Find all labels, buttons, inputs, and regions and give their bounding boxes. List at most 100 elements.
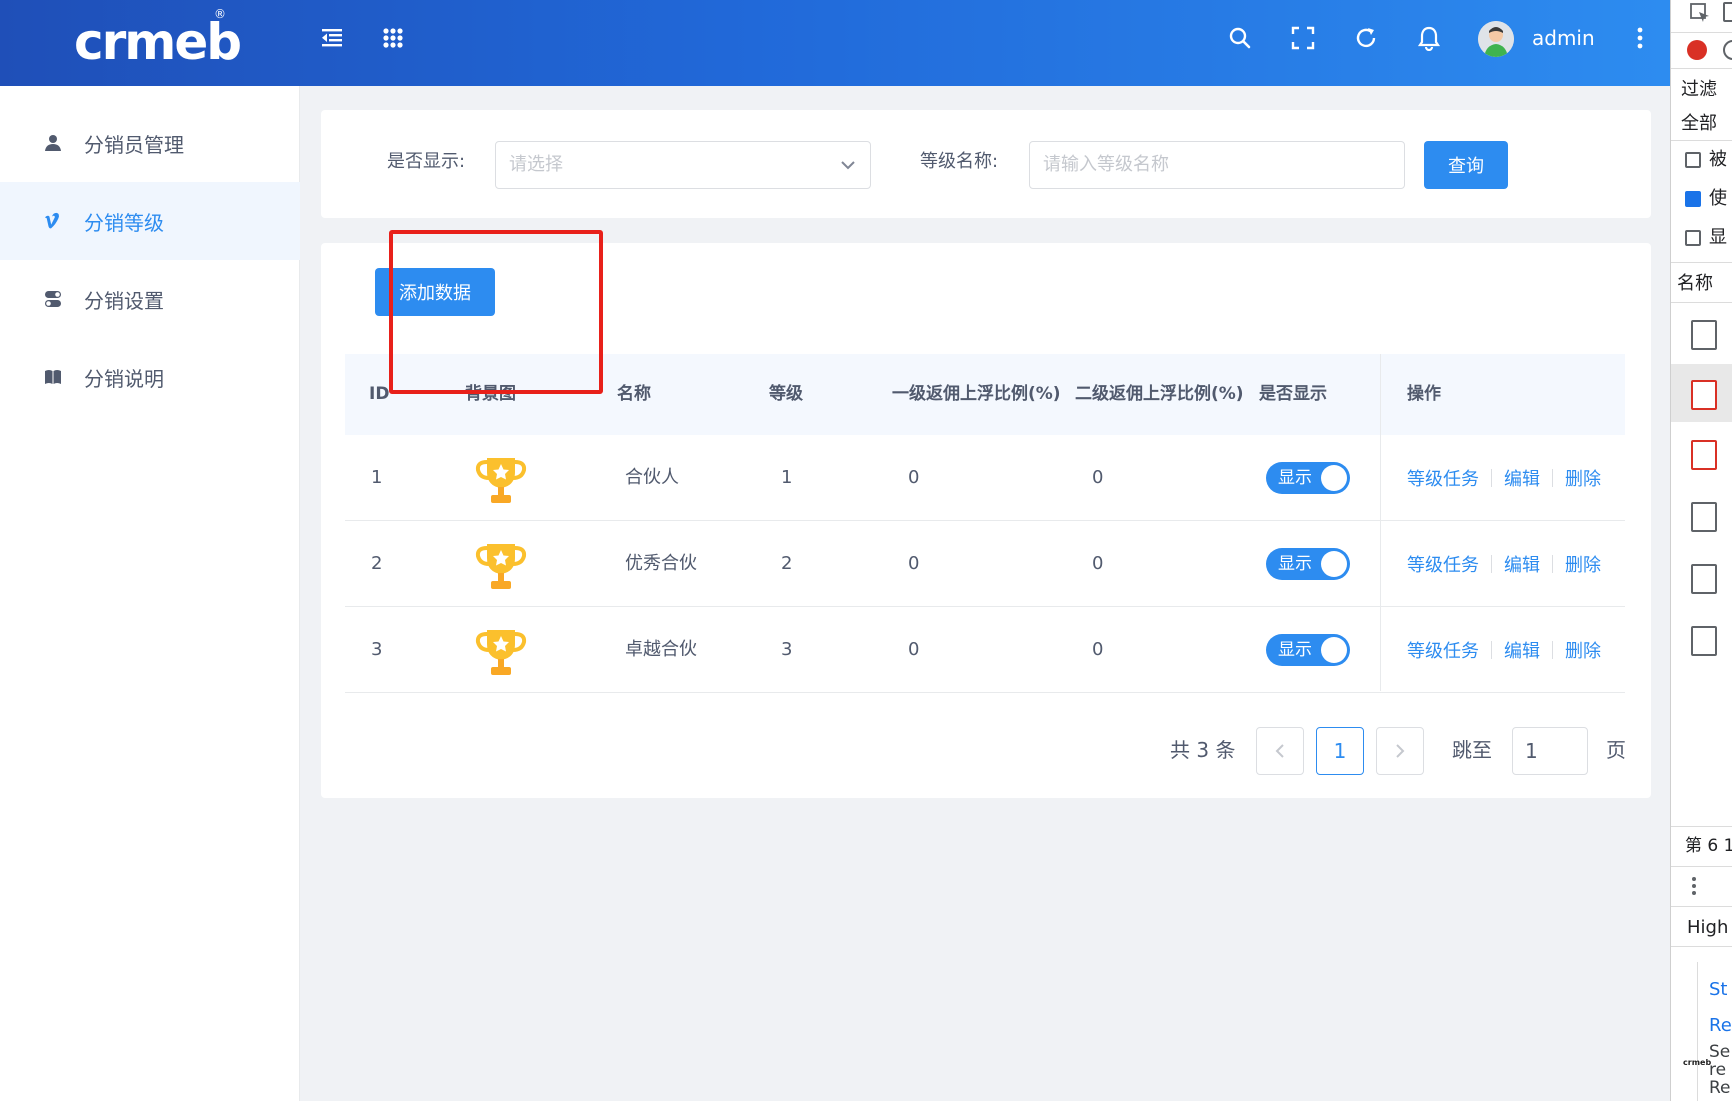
- edit-link[interactable]: 编辑: [1504, 551, 1540, 577]
- show-toggle[interactable]: 显示: [1266, 548, 1350, 580]
- show-select-placeholder: 请选择: [509, 154, 563, 175]
- prev-page-button[interactable]: [1256, 727, 1304, 775]
- cell-name: 优秀合伙: [625, 553, 697, 574]
- devtools-link-2[interactable]: Re: [1709, 1014, 1732, 1038]
- devtools-panel: 过滤 全部 被 使 显 名称 第 6 1 High St Re Se re Re…: [1670, 0, 1732, 1101]
- delete-link[interactable]: 删除: [1565, 551, 1601, 577]
- fullscreen-icon[interactable]: [1285, 20, 1321, 56]
- apps-grid-icon[interactable]: [375, 20, 411, 56]
- request-row-icon-error[interactable]: [1691, 440, 1717, 470]
- devtools-footer-status: 第 6 1: [1685, 836, 1732, 856]
- inspect-icon[interactable]: [1689, 2, 1711, 28]
- annotation-highlight-box: [389, 230, 603, 394]
- delete-link[interactable]: 删除: [1565, 465, 1601, 491]
- toggle-icon: [44, 290, 62, 308]
- cell-rate1: 0: [908, 639, 920, 660]
- devtools-highlight-tab[interactable]: High: [1687, 916, 1728, 940]
- user-icon: [44, 134, 62, 152]
- refresh-icon[interactable]: [1348, 20, 1384, 56]
- show-toggle[interactable]: 显示: [1266, 462, 1350, 494]
- sidebar-item-distribution-level[interactable]: 分销等级: [0, 182, 300, 260]
- bell-icon[interactable]: [1411, 20, 1447, 56]
- col-header-name: 名称: [617, 384, 651, 404]
- devtools-more-icon[interactable]: [1691, 876, 1697, 900]
- request-row-icon[interactable]: [1691, 564, 1717, 594]
- record-icon[interactable]: [1687, 40, 1707, 60]
- cell-name: 卓越合伙: [625, 639, 697, 660]
- page-suffix: 页: [1606, 738, 1626, 762]
- col-header-rate2: 二级返佣上浮比例(%): [1075, 384, 1244, 404]
- level-task-link[interactable]: 等级任务: [1407, 551, 1479, 577]
- cell-rate1: 0: [908, 553, 920, 574]
- level-name-label: 等级名称:: [920, 151, 999, 172]
- small-crmeb-logo: crmeb: [1683, 1058, 1712, 1067]
- devtools-link-1[interactable]: St: [1709, 978, 1727, 1002]
- sidebar-item-distribution-settings[interactable]: 分销设置: [0, 260, 300, 338]
- sidebar-item-label: 分销等级: [84, 210, 164, 235]
- crmeb-logo[interactable]: crmeb ®: [74, 8, 242, 70]
- cell-id: 3: [371, 639, 383, 660]
- cell-level: 2: [781, 553, 793, 574]
- fixed-column-divider: [1380, 354, 1381, 691]
- level-name-input[interactable]: 请输入等级名称: [1029, 141, 1405, 189]
- devtools-check-label-1: 被: [1709, 149, 1727, 170]
- query-button[interactable]: 查询: [1424, 141, 1508, 189]
- show-toggle[interactable]: 显示: [1266, 634, 1350, 666]
- devtools-checkbox-3[interactable]: [1685, 230, 1701, 246]
- show-select[interactable]: 请选择: [495, 141, 871, 189]
- devtools-checkbox-2[interactable]: [1685, 191, 1701, 207]
- col-header-rate1: 一级返佣上浮比例(%): [892, 384, 1061, 404]
- chevron-down-icon: [840, 142, 856, 188]
- table-row: 1 合伙人 1 0 0 显示 等级任务 编辑 删除: [345, 435, 1625, 521]
- pagination-total: 共 3 条: [1170, 738, 1236, 762]
- col-header-level: 等级: [769, 384, 803, 404]
- sidebar-item-distributor-management[interactable]: 分销员管理: [0, 104, 300, 182]
- book-icon: [44, 368, 62, 386]
- table-row: 3 卓越合伙 3 0 0 显示 等级任务 编辑 删除: [345, 607, 1625, 693]
- avatar[interactable]: [1478, 21, 1514, 57]
- devtools-check-label-3: 显: [1709, 227, 1727, 248]
- delete-link[interactable]: 删除: [1565, 637, 1601, 663]
- row-actions: 等级任务 编辑 删除: [1407, 521, 1601, 606]
- level-task-link[interactable]: 等级任务: [1407, 465, 1479, 491]
- user-name[interactable]: admin: [1532, 24, 1595, 52]
- table-row: 2 优秀合伙 2 0 0 显示 等级任务 编辑 删除: [345, 521, 1625, 607]
- cell-rate1: 0: [908, 467, 920, 488]
- toggle-label: 显示: [1278, 554, 1312, 574]
- col-header-id: ID: [369, 384, 390, 404]
- level-name-placeholder: 请输入等级名称: [1043, 154, 1169, 175]
- menu-fold-icon[interactable]: [314, 20, 350, 56]
- devtools-name-header: 名称: [1677, 273, 1713, 294]
- chevron-left-icon: [1275, 744, 1284, 758]
- devtools-checkbox-1[interactable]: [1685, 152, 1701, 168]
- jump-page-input[interactable]: 1: [1512, 727, 1588, 775]
- sidebar: 分销员管理 分销等级 分销设置 分销说明: [0, 86, 300, 1101]
- sidebar-item-distribution-description[interactable]: 分销说明: [0, 338, 300, 416]
- search-icon[interactable]: [1222, 20, 1258, 56]
- cell-rate2: 0: [1092, 639, 1104, 660]
- top-header: crmeb ® admin: [0, 0, 1670, 86]
- level-task-link[interactable]: 等级任务: [1407, 637, 1479, 663]
- device-icon[interactable]: [1723, 2, 1732, 22]
- clear-icon[interactable]: [1723, 40, 1732, 60]
- row-actions: 等级任务 编辑 删除: [1407, 435, 1601, 520]
- page-1-button[interactable]: 1: [1316, 727, 1364, 775]
- request-row-icon[interactable]: [1691, 626, 1717, 656]
- edit-link[interactable]: 编辑: [1504, 637, 1540, 663]
- devtools-all-label[interactable]: 全部: [1681, 112, 1717, 136]
- cell-level: 3: [781, 639, 793, 660]
- request-row-icon-error[interactable]: [1691, 380, 1717, 410]
- request-row-icon[interactable]: [1691, 502, 1717, 532]
- sidebar-item-label: 分销员管理: [84, 132, 184, 157]
- more-vertical-icon[interactable]: [1622, 20, 1658, 56]
- cell-rate2: 0: [1092, 467, 1104, 488]
- sidebar-item-label: 分销设置: [84, 288, 164, 313]
- cell-level: 1: [781, 467, 793, 488]
- edit-link[interactable]: 编辑: [1504, 465, 1540, 491]
- trophy-icon: [475, 630, 527, 675]
- devtools-filter-label: 过滤: [1681, 79, 1717, 100]
- show-filter-label: 是否显示:: [387, 151, 466, 172]
- toggle-label: 显示: [1278, 468, 1312, 488]
- next-page-button[interactable]: [1376, 727, 1424, 775]
- request-row-icon[interactable]: [1691, 320, 1717, 350]
